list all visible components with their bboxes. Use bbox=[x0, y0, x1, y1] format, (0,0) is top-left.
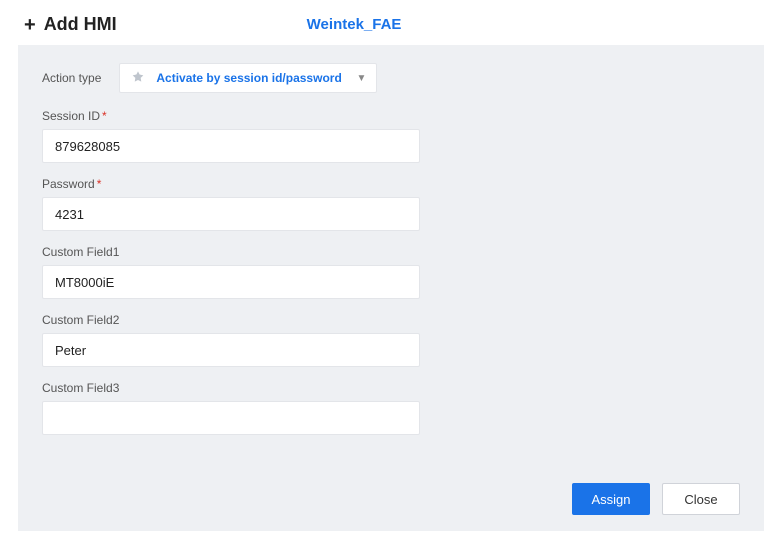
action-type-label: Action type bbox=[42, 71, 101, 85]
required-marker: * bbox=[97, 177, 102, 191]
button-row: Assign Close bbox=[572, 483, 740, 515]
close-button[interactable]: Close bbox=[662, 483, 740, 515]
domain-label: Weintek_FAE bbox=[307, 16, 402, 33]
custom1-label: Custom Field1 bbox=[42, 245, 119, 259]
action-type-row: Action type Activate by session id/passw… bbox=[42, 63, 740, 93]
session-id-group: Session ID* bbox=[42, 107, 740, 163]
handshake-icon bbox=[130, 70, 146, 86]
custom3-group: Custom Field3 bbox=[42, 379, 740, 435]
custom3-input[interactable] bbox=[42, 401, 420, 435]
password-input[interactable] bbox=[42, 197, 420, 231]
password-label-text: Password bbox=[42, 177, 95, 191]
form-panel: Action type Activate by session id/passw… bbox=[18, 45, 764, 531]
dialog-header: + Add HMI Weintek_FAE bbox=[0, 0, 782, 45]
required-marker: * bbox=[102, 109, 107, 123]
password-label: Password* bbox=[42, 177, 101, 191]
session-id-input[interactable] bbox=[42, 129, 420, 163]
caret-down-icon: ▼ bbox=[356, 73, 366, 84]
dialog-title: Add HMI bbox=[44, 14, 117, 35]
custom3-label: Custom Field3 bbox=[42, 381, 119, 395]
plus-icon: + bbox=[24, 15, 36, 35]
custom2-group: Custom Field2 bbox=[42, 311, 740, 367]
action-type-value: Activate by session id/password bbox=[156, 71, 356, 85]
action-type-select[interactable]: Activate by session id/password ▼ bbox=[119, 63, 377, 93]
custom2-label: Custom Field2 bbox=[42, 313, 119, 327]
session-id-label-text: Session ID bbox=[42, 109, 100, 123]
custom2-input[interactable] bbox=[42, 333, 420, 367]
custom1-group: Custom Field1 bbox=[42, 243, 740, 299]
custom1-input[interactable] bbox=[42, 265, 420, 299]
session-id-label: Session ID* bbox=[42, 109, 107, 123]
password-group: Password* bbox=[42, 175, 740, 231]
assign-button[interactable]: Assign bbox=[572, 483, 650, 515]
